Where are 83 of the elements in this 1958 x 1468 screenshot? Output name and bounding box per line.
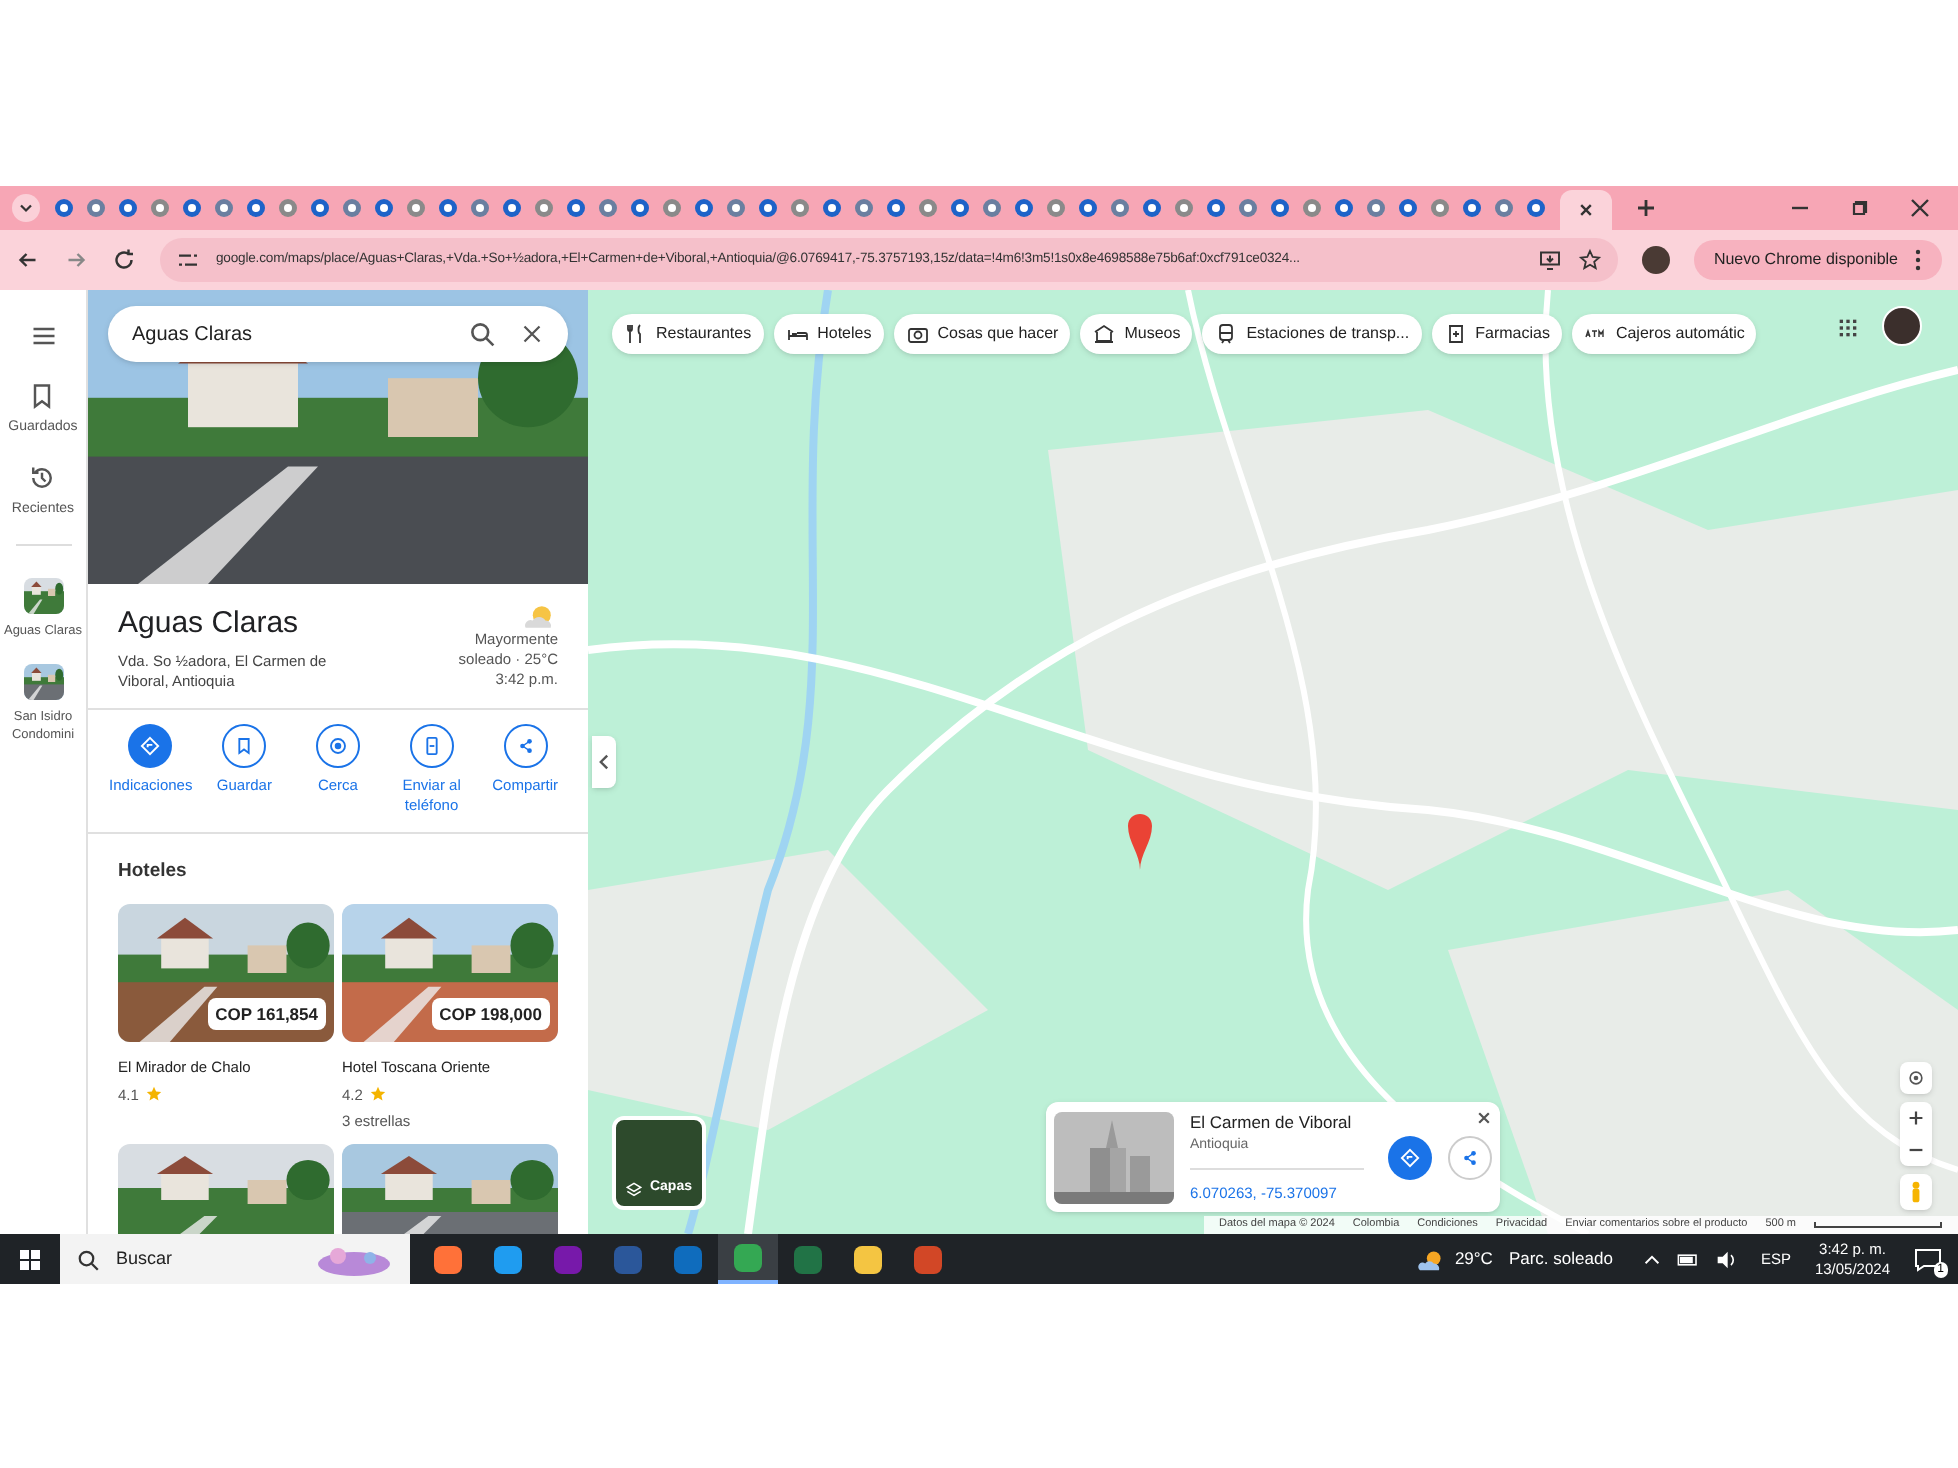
- tab-favicon-icon[interactable]: [214, 198, 234, 218]
- battery-icon[interactable]: [1676, 1251, 1701, 1267]
- active-tab[interactable]: [1560, 190, 1612, 230]
- chevron-up-icon[interactable]: [1644, 1251, 1661, 1267]
- weather-icon: [1418, 1247, 1447, 1271]
- tab-favicon-icon[interactable]: [886, 198, 906, 218]
- search-icon: [76, 1247, 100, 1271]
- new-tab-icon[interactable]: [1636, 198, 1656, 218]
- tab-favicon-icon[interactable]: [854, 198, 874, 218]
- profile-avatar[interactable]: [1641, 246, 1670, 274]
- tab-favicon-icon[interactable]: [1526, 198, 1546, 218]
- volume-icon[interactable]: [1716, 1249, 1737, 1269]
- tab-favicon-icon[interactable]: [1014, 198, 1034, 218]
- section-heading: Hoteles: [116, 858, 189, 886]
- tab-favicon-icon[interactable]: [342, 198, 362, 218]
- notification-icon[interactable]: [1914, 1247, 1942, 1271]
- tab-favicon-icon[interactable]: [982, 198, 1002, 218]
- install-icon[interactable]: [1537, 248, 1562, 272]
- tab-favicon-icon[interactable]: [1302, 198, 1322, 218]
- price-tag: COP 161,854: [207, 997, 326, 1031]
- close-icon[interactable]: [1578, 202, 1594, 218]
- tab-favicon-icon[interactable]: [918, 198, 938, 218]
- tab-favicon-icon[interactable]: [1430, 198, 1450, 218]
- tab-favicon-icon[interactable]: [54, 198, 74, 218]
- more-icon: [1914, 248, 1922, 272]
- tab-favicon-icon[interactable]: [1206, 198, 1226, 218]
- star-icon: [146, 1086, 163, 1103]
- weather-status: Parc. soleado: [1508, 1246, 1613, 1272]
- tab-favicon-icon[interactable]: [726, 198, 746, 218]
- tab-favicon-icon[interactable]: [822, 198, 842, 218]
- tab-favicon-icon[interactable]: [1078, 198, 1098, 218]
- price-tag: COP 198,000: [431, 997, 550, 1031]
- restore-icon[interactable]: [1850, 198, 1870, 218]
- tab-favicon-icon[interactable]: [86, 198, 106, 218]
- tab-favicon-icon[interactable]: [374, 198, 394, 218]
- tab-favicon-icon[interactable]: [406, 198, 426, 218]
- tab-favicon-icon[interactable]: [438, 198, 458, 218]
- tab-favicon-icon[interactable]: [1398, 198, 1418, 218]
- star-icon[interactable]: [1577, 248, 1602, 272]
- tab-favicon-icon[interactable]: [278, 198, 298, 218]
- tab-favicon-icon[interactable]: [1494, 198, 1514, 218]
- tab-favicon-icon[interactable]: [694, 198, 714, 218]
- tab-favicon-icon[interactable]: [470, 198, 490, 218]
- tab-favicon-icon[interactable]: [630, 198, 650, 218]
- site-settings-icon[interactable]: [176, 248, 200, 272]
- tab-favicon-icon[interactable]: [1334, 198, 1354, 218]
- tab-favicon-icon[interactable]: [534, 198, 554, 218]
- tab-favicon-icon[interactable]: [1046, 198, 1066, 218]
- history-icon: [28, 463, 57, 491]
- tab-favicon-icon[interactable]: [1270, 198, 1290, 218]
- tab-favicon-icon[interactable]: [662, 198, 682, 218]
- tab-favicon-icon[interactable]: [1174, 198, 1194, 218]
- tab-favicon-icon[interactable]: [182, 198, 202, 218]
- start-icon[interactable]: [20, 1249, 40, 1269]
- tab-search-icon[interactable]: [12, 194, 40, 222]
- tab-favicon-icon[interactable]: [598, 198, 618, 218]
- tab-favicon-icon[interactable]: [1142, 198, 1162, 218]
- taskbar-app[interactable]: [718, 1234, 778, 1284]
- forward-icon[interactable]: [64, 248, 88, 272]
- star-icon: [370, 1086, 387, 1103]
- tab-favicon-icon[interactable]: [310, 198, 330, 218]
- directions-icon: [136, 732, 165, 760]
- tab-favicon-icon[interactable]: [246, 198, 266, 218]
- tab-favicon-icon[interactable]: [502, 198, 522, 218]
- reload-icon[interactable]: [112, 248, 136, 272]
- tab-favicon-icon[interactable]: [150, 198, 170, 218]
- tab-favicon-icon[interactable]: [1366, 198, 1386, 218]
- menu-icon[interactable]: [29, 322, 57, 350]
- tab-favicon-icon[interactable]: [566, 198, 586, 218]
- tab-favicon-icon[interactable]: [790, 198, 810, 218]
- tab-favicon-icon[interactable]: [1238, 198, 1258, 218]
- tab-favicon-icon[interactable]: [758, 198, 778, 218]
- update-button[interactable]: Nuevo Chrome disponible: [1693, 240, 1942, 280]
- place-title: Aguas Claras: [118, 604, 301, 644]
- tab-favicon-icon[interactable]: [1110, 198, 1130, 218]
- tab-favicon-icon[interactable]: [1462, 198, 1482, 218]
- temperature: 29°C: [1454, 1246, 1493, 1272]
- taskbar-search[interactable]: Buscar: [60, 1234, 410, 1284]
- tab-favicon-icon[interactable]: [950, 198, 970, 218]
- close-window-icon[interactable]: [1910, 198, 1930, 218]
- tab-favicon-icon[interactable]: [118, 198, 138, 218]
- search-highlight-icon: [314, 1243, 394, 1275]
- back-icon[interactable]: [16, 248, 40, 272]
